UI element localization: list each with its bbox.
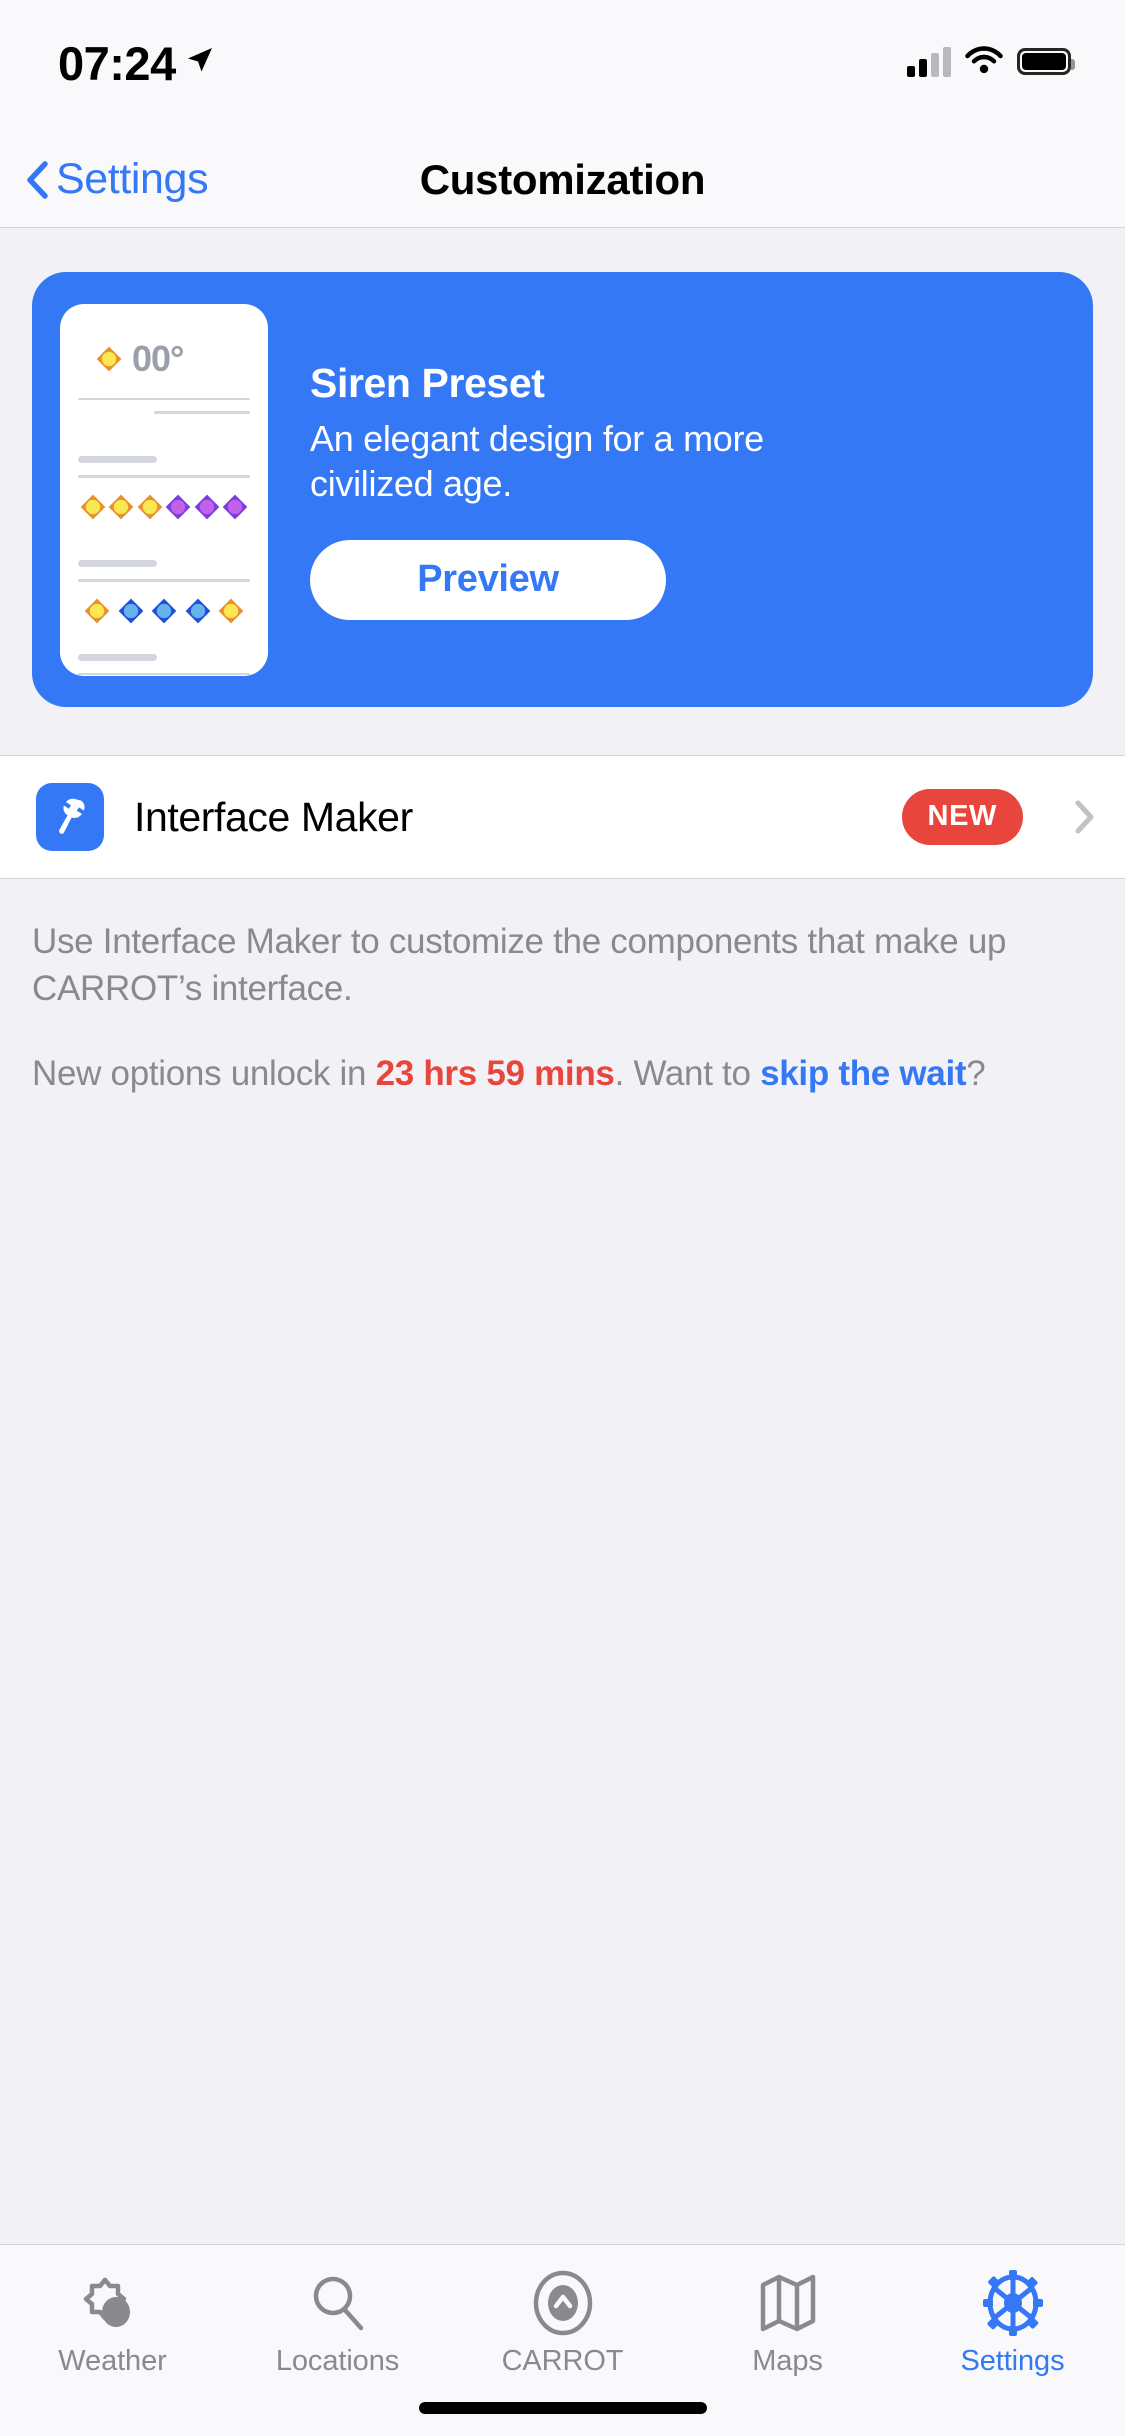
battery-full-icon [1017, 48, 1075, 75]
sun-diamond-yellow [218, 598, 244, 624]
promo-description: An elegant design for a more civilized a… [310, 417, 764, 504]
countdown-timer: 23 hrs 59 mins [375, 1053, 615, 1093]
skip-the-wait-link[interactable]: skip the wait [760, 1054, 966, 1093]
sun-diamond-yellow [80, 494, 106, 520]
preview-placeholder-block [78, 653, 158, 661]
cloud-sun-icon [81, 2269, 145, 2337]
map-icon [759, 2269, 817, 2337]
navigation-bar: Settings Customization [0, 132, 1125, 228]
preview-placeholder-line [78, 672, 250, 676]
settings-list-group: Interface Maker NEW [0, 755, 1125, 879]
sun-diamond-yellow [137, 494, 163, 520]
preview-placeholder-line [78, 397, 250, 401]
preview-current-weather: 00° [78, 338, 250, 380]
sun-diamond-yellow [108, 494, 134, 520]
app-screen: 07:24 Settings Customization 00° Siren P… [0, 0, 1125, 2436]
diamond-purple [194, 494, 220, 520]
tab-settings[interactable]: Settings [900, 2269, 1125, 2378]
status-time: 07:24 [58, 37, 176, 90]
preview-placeholder-line [78, 475, 250, 478]
siren-preset-card[interactable]: 00° Siren Preset An elegant design for a… [32, 272, 1093, 707]
status-bar-right [907, 44, 1075, 79]
tab-carrot[interactable]: CARROT [450, 2269, 675, 2378]
back-button-label: Settings [56, 155, 209, 203]
footer-unlock-suffix: ? [966, 1053, 986, 1093]
promo-section: 00° Siren Preset An elegant design for a… [0, 228, 1125, 755]
tab-maps[interactable]: Maps [675, 2269, 900, 2378]
tab-label: Locations [275, 2345, 400, 2377]
list-row-label: Interface Maker [134, 793, 413, 840]
promo-title: Siren Preset [310, 359, 545, 406]
tab-label: Weather [58, 2345, 167, 2377]
diamond-purple [165, 494, 191, 520]
sun-diamond-yellow [84, 598, 110, 624]
footer-unlock-prefix: New options unlock in [32, 1053, 376, 1093]
cellular-bars-icon [907, 46, 951, 77]
tab-weather[interactable]: Weather [0, 2269, 225, 2378]
footer-paragraph-one: Use Interface Maker to customize the com… [32, 922, 1007, 1008]
preview-placeholder-line [78, 578, 250, 582]
preview-forecast-row-two [78, 598, 250, 624]
status-badge: NEW [901, 789, 1023, 845]
sun-diamond-icon [96, 346, 122, 372]
preview-placeholder-line [153, 411, 250, 414]
status-bar: 07:24 [0, 0, 1125, 132]
wifi-icon [965, 44, 1003, 79]
chevron-right-icon [1075, 800, 1095, 834]
home-indicator [418, 2402, 707, 2414]
interface-maker-icon-tile [36, 783, 104, 851]
gear-icon [981, 2269, 1045, 2337]
promo-text-block: Siren Preset An elegant design for a mor… [268, 360, 1093, 620]
preset-preview-thumbnail: 00° [60, 303, 268, 676]
tab-locations[interactable]: Locations [225, 2269, 450, 2378]
footer-unlock-middle: . Want to [614, 1053, 761, 1093]
location-arrow-icon [186, 46, 214, 74]
tab-label: Settings [960, 2345, 1065, 2377]
back-button[interactable]: Settings [0, 155, 209, 204]
chevron-left-icon [26, 160, 48, 199]
diamond-purple [222, 494, 248, 520]
diamond-blue [118, 598, 144, 624]
hammer-icon [48, 793, 92, 842]
preview-button[interactable]: Preview [310, 539, 666, 620]
preview-forecast-row-one [78, 494, 250, 520]
carrot-eye-icon [532, 2269, 594, 2337]
footer-description: Use Interface Maker to customize the com… [0, 879, 1125, 1098]
footer-paragraph-two: New options unlock in 23 hrs 59 mins. Wa… [32, 1051, 1093, 1098]
status-bar-left: 07:24 [58, 40, 214, 87]
diamond-blue [185, 598, 211, 624]
preview-placeholder-block [78, 456, 158, 464]
content-area: 00° Siren Preset An elegant design for a… [0, 228, 1125, 2244]
diamond-blue [151, 598, 177, 624]
sidebar-item-interface-maker[interactable]: Interface Maker NEW [0, 756, 1125, 878]
preview-placeholder-block [78, 559, 158, 567]
tab-label: CARROT [501, 2345, 624, 2377]
preview-temperature: 00° [132, 337, 184, 379]
tab-label: Maps [752, 2345, 823, 2377]
search-icon [307, 2269, 369, 2337]
